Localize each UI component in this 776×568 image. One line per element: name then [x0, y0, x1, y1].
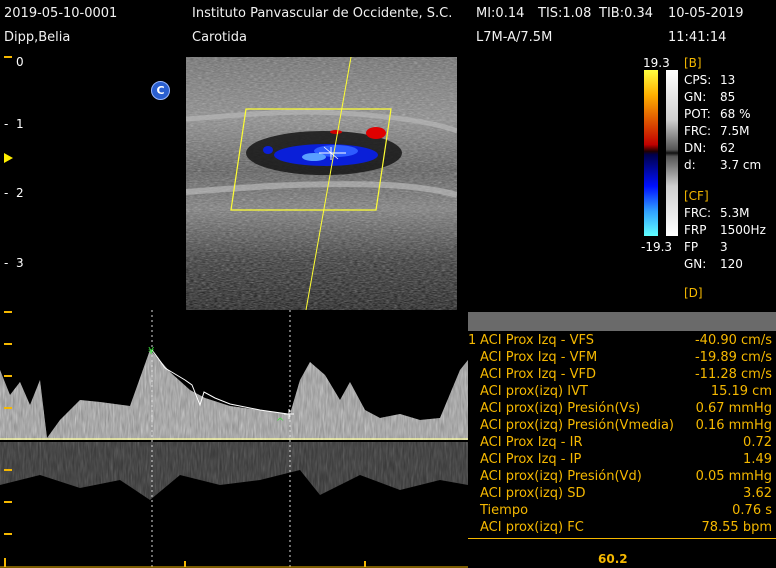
exam-type: Carotida	[192, 30, 247, 45]
b-cps-value: 13	[720, 73, 736, 87]
institution-name: Instituto Panvascular de Occidente, S.C.	[192, 6, 453, 21]
measurement-row: Tiempo 0.76 s	[480, 503, 772, 518]
b-mode-title: [B]	[684, 56, 702, 70]
gray-map-bar	[666, 70, 678, 236]
cf-frc-value: 5.3M	[720, 206, 750, 220]
study-id: 2019-05-10-0001	[4, 6, 118, 21]
patient-name: Dipp,Belia	[4, 30, 71, 45]
cf-gn-key: GN:	[684, 257, 707, 271]
b-d-key: d:	[684, 158, 696, 172]
tis-index: TIS:1.08	[538, 6, 592, 21]
depth-label-3: 3	[16, 256, 24, 270]
depth-label-2: 2	[16, 186, 24, 200]
color-scale-max: 19.3	[643, 56, 670, 70]
color-velocity-bar	[644, 70, 658, 236]
b-gn-value: 85	[720, 90, 736, 104]
measurement-row: ACI prox(izq) Presión(Vs) 0.67 mmHg	[480, 401, 772, 416]
cf-frp-value: 1500Hz	[720, 223, 766, 237]
measurement-row: ACI Prox Izq - VFM -19.89 cm/s	[480, 350, 772, 365]
b-cps-key: CPS:	[684, 73, 712, 87]
b-dn-key: DN:	[684, 141, 707, 155]
d-mode-title: [D]	[684, 286, 703, 300]
probe-info: L7M-A/7.5M	[476, 30, 553, 45]
cf-gn-value: 120	[720, 257, 743, 271]
measurement-row: ACI prox(izq) FC 78.55 bpm	[480, 520, 772, 535]
depth-tick-3: -	[4, 256, 9, 270]
measurement-row: ACI Prox Izq - VFD -11.28 cm/s	[480, 367, 772, 382]
measurement-divider	[468, 538, 776, 539]
b-pot-key: POT:	[684, 107, 711, 121]
settings-panel: [B] CPS: 13 GN: 85 POT: 68 % FRC: 7.5M DN: 62…	[684, 55, 776, 313]
cf-frp-key: FRP	[684, 223, 707, 237]
exam-date: 10-05-2019	[668, 6, 744, 21]
measurement-header-bar	[468, 312, 776, 331]
measurement-row: ACI prox(izq) IVT 15.19 cm	[480, 384, 772, 399]
measurement-row: ACI prox(izq) Presión(Vd) 0.05 mmHg	[480, 469, 772, 484]
svg-text:¥: ¥	[148, 346, 154, 357]
measurement-row: ACI Prox Izq - IP 1.49	[480, 452, 772, 467]
focus-marker-icon	[4, 153, 13, 163]
b-frc-key: FRC:	[684, 124, 712, 138]
measurement-row: ACI prox(izq) SD 3.62	[480, 486, 772, 501]
exam-time: 11:41:14	[668, 30, 727, 45]
b-gn-key: GN:	[684, 90, 707, 104]
color-doppler-overlay	[230, 57, 392, 310]
depth-top-marker	[4, 56, 12, 58]
doppler-scale-readout: 60.2	[598, 552, 628, 566]
cf-fp-value: 3	[720, 240, 728, 254]
measurement-panel: 1 ACI Prox Izq - VFS -40.90 cm/s ACI Prox …	[468, 312, 776, 540]
measurement-index: 1	[468, 333, 477, 348]
spectral-doppler-trace: ¥ ^	[0, 310, 468, 568]
depth-tick-2: -	[4, 186, 9, 200]
measurement-row: ACI Prox Izq - IR 0.72	[480, 435, 772, 450]
depth-label-1: 1	[16, 117, 24, 131]
measurement-row: ACI prox(izq) Presión(Vmedia) 0.16 mmHg	[480, 418, 772, 433]
cf-frc-key: FRC:	[684, 206, 712, 220]
measurement-row: 1 ACI Prox Izq - VFS -40.90 cm/s	[468, 333, 772, 348]
color-scale-min: -19.3	[641, 240, 673, 254]
cf-fp-key: FP	[684, 240, 699, 254]
b-d-value: 3.7 cm	[720, 158, 762, 172]
mi-index: MI:0.14	[476, 6, 525, 21]
svg-text:^: ^	[276, 417, 284, 428]
orientation-marker-icon: C	[151, 81, 170, 100]
b-pot-value: 68 %	[720, 107, 751, 121]
depth-tick-1: -	[4, 117, 9, 131]
cf-mode-title: [CF]	[684, 189, 709, 203]
depth-label-0: 0	[16, 55, 24, 69]
b-dn-value: 62	[720, 141, 736, 155]
tib-index: TIB:0.34	[599, 6, 654, 21]
b-frc-value: 7.5M	[720, 124, 750, 138]
